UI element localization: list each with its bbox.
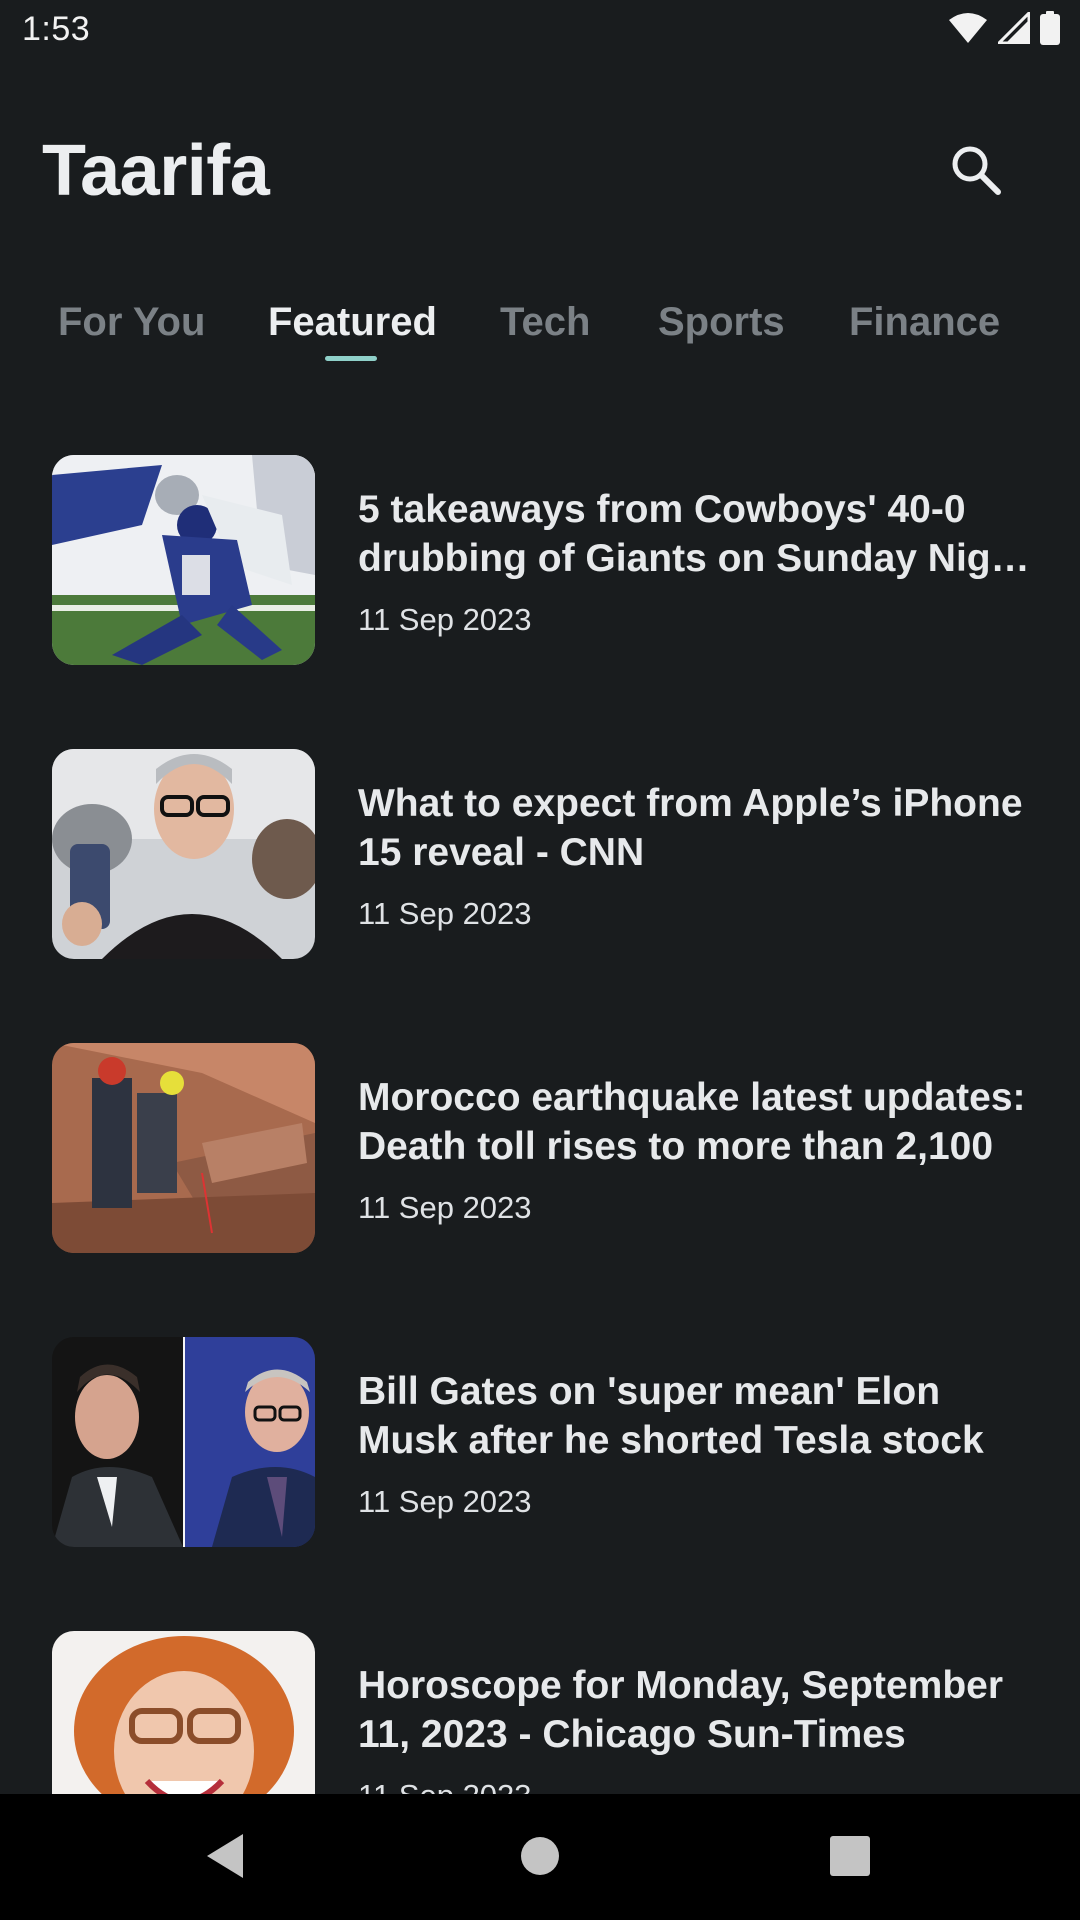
cellular-signal-icon (995, 8, 1031, 49)
category-tabs: For You Featured Tech Sports Finance (0, 300, 1080, 370)
article-title: Morocco earthquake latest updates: Death… (358, 1076, 1026, 1168)
status-time: 1:53 (22, 10, 91, 48)
active-tab-indicator (325, 356, 377, 361)
battery-icon (1040, 10, 1060, 50)
article-card[interactable]: Bill Gates on 'super mean' Elon Musk aft… (52, 1337, 1042, 1549)
wifi-icon (948, 12, 988, 49)
system-navigation-bar (0, 1794, 1080, 1920)
rescue-workers-rubble-photo (52, 1043, 315, 1253)
tab-sports[interactable]: Sports (658, 300, 785, 345)
article-title: Horoscope for Monday, September 11, 2023… (358, 1664, 1004, 1756)
home-button[interactable] (500, 1818, 580, 1898)
article-card[interactable]: 5 takeaways from Cowboys' 40-0 drubbing … (52, 455, 1042, 667)
article-card[interactable]: What to expect from Apple’s iPhone 15 re… (52, 749, 1042, 961)
article-card[interactable]: Morocco earthquake latest updates: Death… (52, 1043, 1042, 1255)
tab-featured[interactable]: Featured (268, 300, 437, 345)
tab-tech[interactable]: Tech (500, 300, 590, 345)
two-men-portraits-photo (52, 1337, 315, 1547)
article-title: 5 takeaways from Cowboys' 40-0 drubbing … (358, 488, 1028, 580)
back-button[interactable] (185, 1818, 265, 1898)
article-title: Bill Gates on 'super mean' Elon Musk aft… (358, 1370, 984, 1462)
recents-icon (829, 1835, 871, 1882)
man-holding-iphone-photo (52, 749, 315, 959)
football-players-photo (52, 455, 315, 665)
status-bar: 1:53 (0, 0, 1080, 64)
article-date: 11 Sep 2023 (358, 602, 532, 637)
status-icons (948, 8, 1060, 50)
home-icon (519, 1835, 561, 1882)
tab-for-you[interactable]: For You (58, 300, 205, 345)
article-date: 11 Sep 2023 (358, 896, 532, 931)
back-icon (203, 1832, 247, 1885)
app-title: Taarifa (42, 131, 270, 211)
article-date: 11 Sep 2023 (358, 1190, 532, 1225)
recents-button[interactable] (810, 1818, 890, 1898)
search-icon (950, 144, 1002, 201)
tab-finance[interactable]: Finance (849, 300, 1000, 345)
article-date: 11 Sep 2023 (358, 1484, 532, 1519)
search-button[interactable] (940, 136, 1012, 208)
article-title: What to expect from Apple’s iPhone 15 re… (358, 782, 1023, 874)
